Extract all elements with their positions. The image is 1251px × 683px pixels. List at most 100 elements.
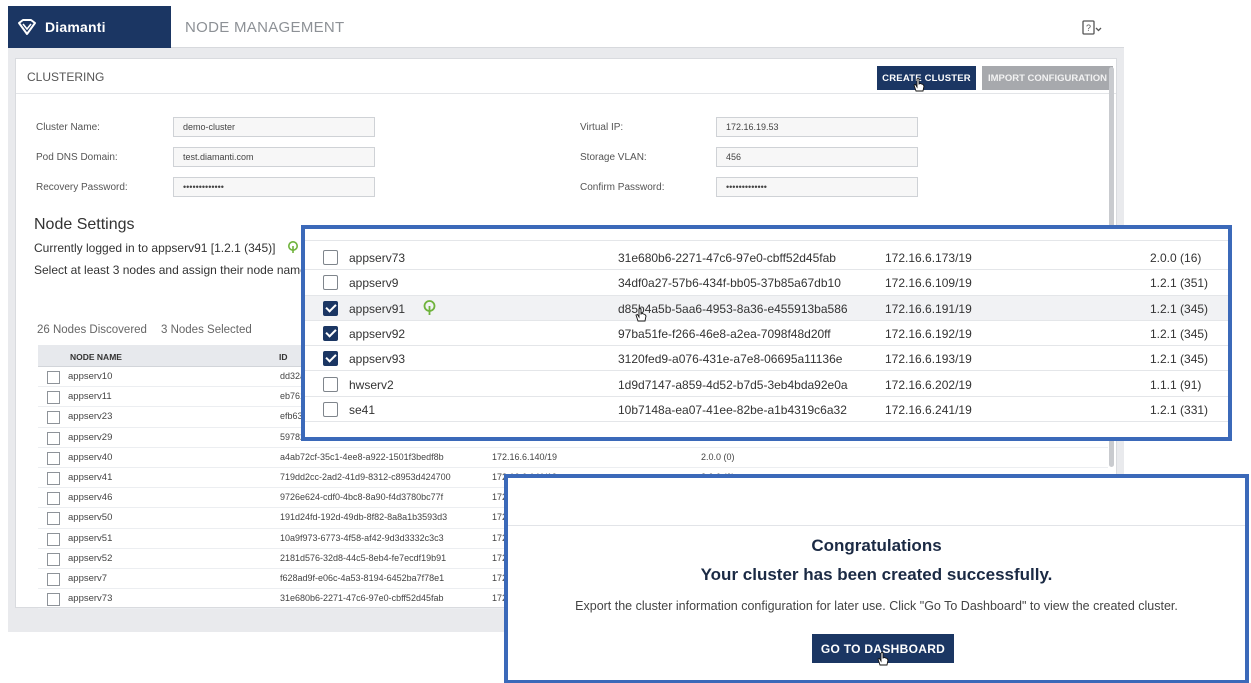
row-checkbox[interactable] bbox=[47, 572, 60, 586]
row-checkbox[interactable] bbox=[47, 532, 60, 546]
logged-in-status: Currently logged in to appserv91 [1.2.1 … bbox=[34, 241, 276, 255]
node-settings-title: Node Settings bbox=[34, 216, 135, 233]
row-checkbox[interactable] bbox=[47, 411, 60, 425]
row-checkbox[interactable] bbox=[47, 593, 60, 607]
svg-text:?: ? bbox=[1086, 23, 1091, 33]
node-version: 1.2.1 (345) bbox=[1150, 326, 1209, 341]
list-item[interactable]: appserv92 97ba51fe-f266-46e8-a2ea-7098f48… bbox=[305, 321, 1228, 347]
node-version: 1.2.1 (345) bbox=[1150, 301, 1209, 316]
column-id[interactable]: ID bbox=[279, 352, 288, 362]
row-checkbox[interactable] bbox=[47, 552, 60, 566]
node-checkbox[interactable] bbox=[323, 376, 338, 392]
node-ip: 172.16.6.192/19 bbox=[885, 326, 972, 341]
help-menu-icon[interactable]: ? bbox=[1082, 20, 1102, 36]
hand-cursor-icon bbox=[635, 307, 647, 322]
recovery-password-input[interactable] bbox=[173, 177, 375, 197]
node-ip: 172.16.6.191/19 bbox=[885, 301, 972, 316]
panel-header: CLUSTERING CREATE CLUSTER IMPORT CONFIGU… bbox=[16, 59, 1116, 94]
row-checkbox[interactable] bbox=[47, 471, 60, 485]
node-name: appserv41 bbox=[68, 471, 113, 483]
node-id: 34df0a27-57b6-434f-bb05-37b85a67db10 bbox=[618, 276, 841, 291]
export-instruction: Export the cluster information configura… bbox=[575, 599, 1178, 613]
confirm-password-input[interactable] bbox=[716, 177, 918, 197]
node-name: appserv92 bbox=[349, 326, 406, 341]
virtual-ip-input[interactable] bbox=[716, 117, 918, 137]
list-item[interactable]: appserv9 34df0a27-57b6-434f-bb05-37b85a67… bbox=[305, 270, 1228, 296]
row-checkbox[interactable] bbox=[47, 512, 60, 526]
node-version: 2.0.0 (16) bbox=[1150, 251, 1202, 265]
row-checkbox[interactable] bbox=[47, 371, 60, 384]
node-version: 2.0.0 (0) bbox=[701, 451, 735, 462]
list-item-cut bbox=[305, 229, 1228, 241]
congratulations-heading: Congratulations bbox=[811, 536, 942, 555]
confirm-password-label: Confirm Password: bbox=[580, 182, 665, 193]
node-id: 97ba51fe-f266-46e8-a2ea-7098f48d20ff bbox=[618, 326, 831, 341]
virtual-ip-label: Virtual IP: bbox=[580, 122, 624, 133]
row-checkbox[interactable] bbox=[47, 451, 60, 465]
table-row[interactable]: appserv40 a4ab72cf-35c1-4ee8-a922-1501f3b… bbox=[38, 448, 1108, 468]
node-name: appserv52 bbox=[68, 552, 113, 564]
hand-cursor-icon bbox=[877, 652, 889, 666]
list-item[interactable]: appserv91 d85b4a5b-5aa6-4953-8a36-e455913… bbox=[305, 295, 1228, 322]
list-item[interactable]: appserv93 3120fed9-a076-431e-a7e8-06695a1… bbox=[305, 346, 1228, 372]
list-item[interactable]: se41 10b7148a-ea07-41ee-82be-a1b4319c6a32… bbox=[305, 397, 1228, 423]
page-title: NODE MANAGEMENT bbox=[185, 19, 345, 36]
pod-dns-domain-label: Pod DNS Domain: bbox=[36, 152, 118, 163]
node-id: f628ad9f-e06c-4a53-8194-6452ba7f78e1 bbox=[280, 572, 445, 583]
import-configuration-button[interactable]: IMPORT CONFIGURATION bbox=[982, 66, 1113, 90]
list-item[interactable]: appserv73 31e680b6-2271-47c6-97e0-cbff52d… bbox=[305, 245, 1228, 271]
node-name: appserv7 bbox=[68, 572, 108, 584]
node-ip: 172.16.6.241/19 bbox=[885, 402, 972, 417]
storage-vlan-label: Storage VLAN: bbox=[580, 152, 647, 163]
top-bar: Diamanti NODE MANAGEMENT ? bbox=[8, 6, 1124, 48]
node-id: 719dd2cc-2ad2-41d9-8312-c8953d424700 bbox=[280, 471, 451, 482]
node-id: 31e680b6-2271-47c6-97e0-cbff52d45fab bbox=[280, 593, 444, 604]
current-node-icon bbox=[288, 241, 298, 253]
node-id: 2181d576-32d8-44c5-8eb4-fe7ecdf19b91 bbox=[280, 552, 447, 563]
node-ip: 172.16.6.202/19 bbox=[885, 377, 972, 392]
clustering-section-label: CLUSTERING bbox=[27, 70, 105, 84]
node-version: 1.2.1 (331) bbox=[1150, 402, 1209, 417]
node-version: 1.2.1 (345) bbox=[1150, 352, 1209, 367]
node-checkbox[interactable] bbox=[323, 250, 338, 265]
row-checkbox[interactable] bbox=[47, 431, 60, 445]
node-checkbox[interactable] bbox=[323, 275, 338, 291]
node-checkbox[interactable] bbox=[323, 300, 338, 316]
node-name: appserv50 bbox=[68, 512, 113, 524]
node-checkbox[interactable] bbox=[323, 351, 338, 367]
list-item[interactable]: hwserv2 1d9d7147-a859-4d52-b7d5-3eb4bda92… bbox=[305, 372, 1228, 397]
node-ip: 172.16.6.109/19 bbox=[885, 276, 972, 291]
row-checkbox[interactable] bbox=[47, 391, 60, 405]
node-name: appserv73 bbox=[68, 593, 113, 605]
create-cluster-button[interactable]: CREATE CLUSTER bbox=[877, 66, 976, 90]
storage-vlan-input[interactable] bbox=[716, 147, 918, 167]
hand-cursor-icon bbox=[913, 78, 925, 92]
node-id: 10b7148a-ea07-41ee-82be-a1b4319c6a32 bbox=[618, 402, 847, 417]
node-id: 1d9d7147-a859-4d52-b7d5-3eb4bda92e0a bbox=[618, 377, 848, 392]
node-ip: 172.16.6.173/19 bbox=[885, 251, 972, 265]
node-name: appserv9 bbox=[349, 276, 399, 291]
current-node-icon bbox=[423, 299, 436, 315]
node-id: 9726e624-cdf0-4bc8-8a90-f4d3780bc77f bbox=[280, 492, 444, 503]
nodes-discovered-count: 26 Nodes Discovered bbox=[37, 324, 147, 336]
brand-block[interactable]: Diamanti bbox=[8, 6, 171, 48]
node-id: a4ab72cf-35c1-4ee8-a922-1501f3bedf8b bbox=[280, 451, 444, 462]
row-checkbox[interactable] bbox=[47, 492, 60, 506]
node-name: appserv29 bbox=[68, 431, 113, 443]
cluster-name-input[interactable] bbox=[173, 117, 375, 137]
column-node-name[interactable]: NODE NAME bbox=[70, 352, 122, 362]
node-name: appserv91 bbox=[349, 301, 406, 316]
brand-name: Diamanti bbox=[45, 19, 106, 35]
node-id: 191d24fd-192d-49db-8f82-8a8a1b3593d3 bbox=[280, 512, 448, 523]
node-checkbox[interactable] bbox=[323, 401, 338, 417]
node-name: se41 bbox=[349, 402, 376, 417]
node-name: appserv40 bbox=[68, 451, 113, 463]
node-name: appserv11 bbox=[68, 391, 112, 403]
node-checkbox[interactable] bbox=[323, 325, 338, 341]
select-nodes-instruction: Select at least 3 nodes and assign their… bbox=[34, 263, 313, 277]
success-message: Your cluster has been created successful… bbox=[700, 565, 1053, 584]
dialog-divider bbox=[508, 525, 1245, 526]
node-id: 31e680b6-2271-47c6-97e0-cbff52d45fab bbox=[618, 251, 836, 265]
node-name: appserv23 bbox=[68, 411, 113, 423]
pod-dns-domain-input[interactable] bbox=[173, 147, 375, 167]
